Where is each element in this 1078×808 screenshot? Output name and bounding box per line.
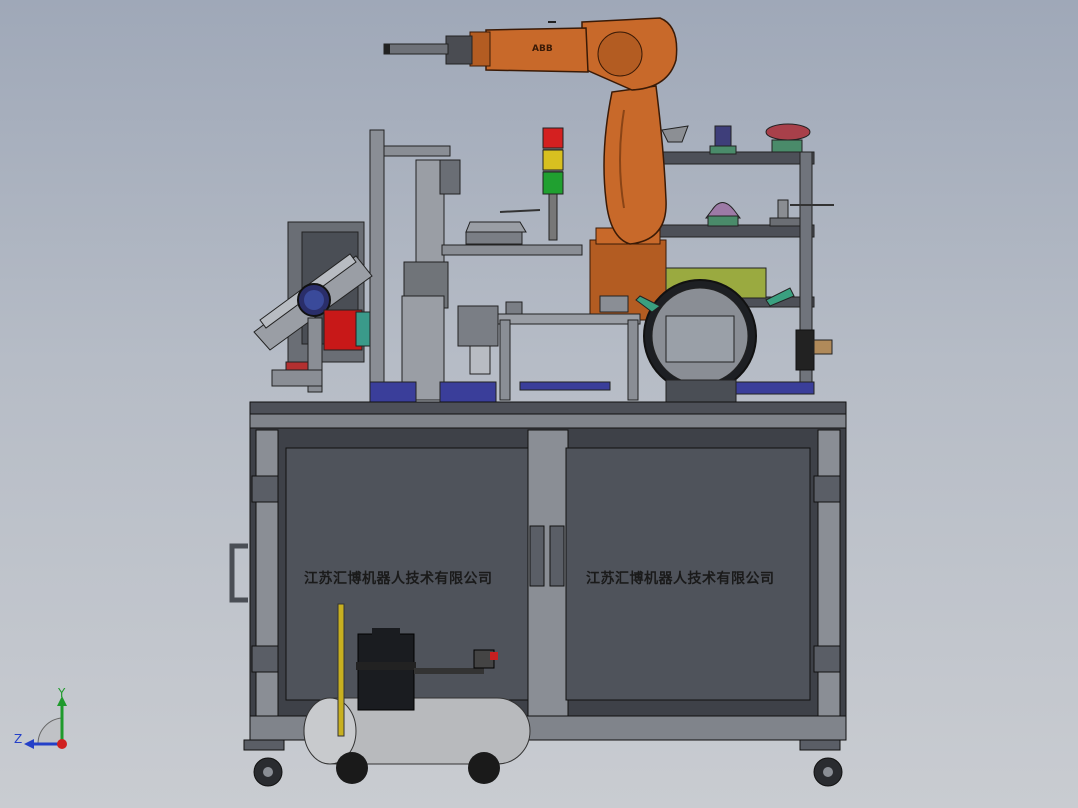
- tilt-module: [253, 221, 373, 393]
- workstation-drawing: [24, 17, 847, 787]
- robot-brand-label: ABB: [532, 44, 553, 54]
- cad-viewport[interactable]: ABB 江苏汇博机器人技术有限公司 江苏汇博机器人技术有限公司 Y Z: [0, 0, 1078, 808]
- signal-tower: [542, 127, 564, 241]
- axis-y-label: Y: [58, 686, 66, 700]
- axis-triad: [24, 696, 67, 749]
- left-door-company-name: 江苏汇博机器人技术有限公司: [304, 571, 493, 587]
- right-door-company-name: 江苏汇博机器人技术有限公司: [586, 571, 775, 587]
- axis-z-label: Z: [14, 732, 23, 746]
